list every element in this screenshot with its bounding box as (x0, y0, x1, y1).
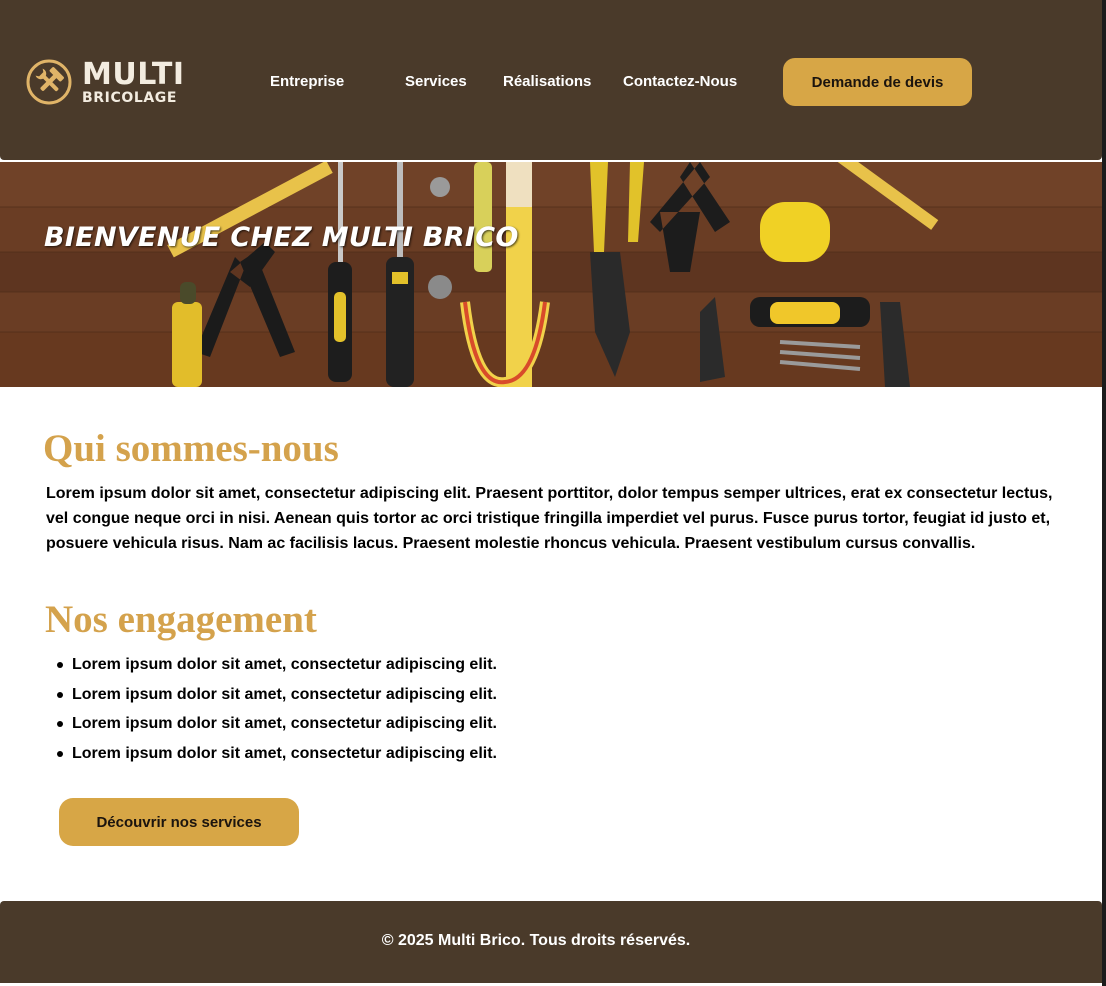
commitments-title: Nos engagement (45, 598, 317, 641)
tools-background-image (0, 162, 1102, 387)
copyright-text: © 2025 Multi Brico. Tous droits réservés… (381, 932, 691, 949)
quote-request-button[interactable]: Demande de devis (783, 58, 972, 106)
site-header: MULTI BRICOLAGE Entreprise Services Réal… (0, 0, 1102, 160)
site-logo[interactable]: MULTI BRICOLAGE (26, 58, 185, 106)
nav-link-entreprise[interactable]: Entreprise (270, 73, 344, 90)
hero-title: BIENVENUE CHEZ MULTI BRICO (44, 222, 519, 253)
discover-services-button[interactable]: Découvrir nos services (59, 798, 299, 846)
site-footer: © 2025 Multi Brico. Tous droits réservés… (0, 901, 1102, 983)
list-item: Lorem ipsum dolor sit amet, consectetur … (57, 742, 497, 772)
hammer-wrench-icon (26, 59, 72, 105)
logo-main-text: MULTI (82, 56, 185, 92)
list-item: Lorem ipsum dolor sit amet, consectetur … (57, 653, 497, 683)
commitments-list: Lorem ipsum dolor sit amet, consectetur … (57, 653, 497, 772)
about-title: Qui sommes-nous (43, 427, 339, 470)
hero-banner: BIENVENUE CHEZ MULTI BRICO (0, 162, 1102, 387)
nav-link-services[interactable]: Services (405, 73, 467, 90)
list-item: Lorem ipsum dolor sit amet, consectetur … (57, 712, 497, 742)
logo-text: MULTI BRICOLAGE (82, 56, 185, 106)
nav-link-realisations[interactable]: Réalisations (503, 73, 591, 90)
about-paragraph: Lorem ipsum dolor sit amet, consectetur … (46, 485, 1053, 552)
list-item: Lorem ipsum dolor sit amet, consectetur … (57, 683, 497, 713)
page: MULTI BRICOLAGE Entreprise Services Réal… (0, 0, 1102, 986)
window-edge (1102, 0, 1106, 986)
logo-sub-text: BRICOLAGE (82, 89, 178, 106)
nav-link-contact[interactable]: Contactez-Nous (623, 73, 737, 90)
